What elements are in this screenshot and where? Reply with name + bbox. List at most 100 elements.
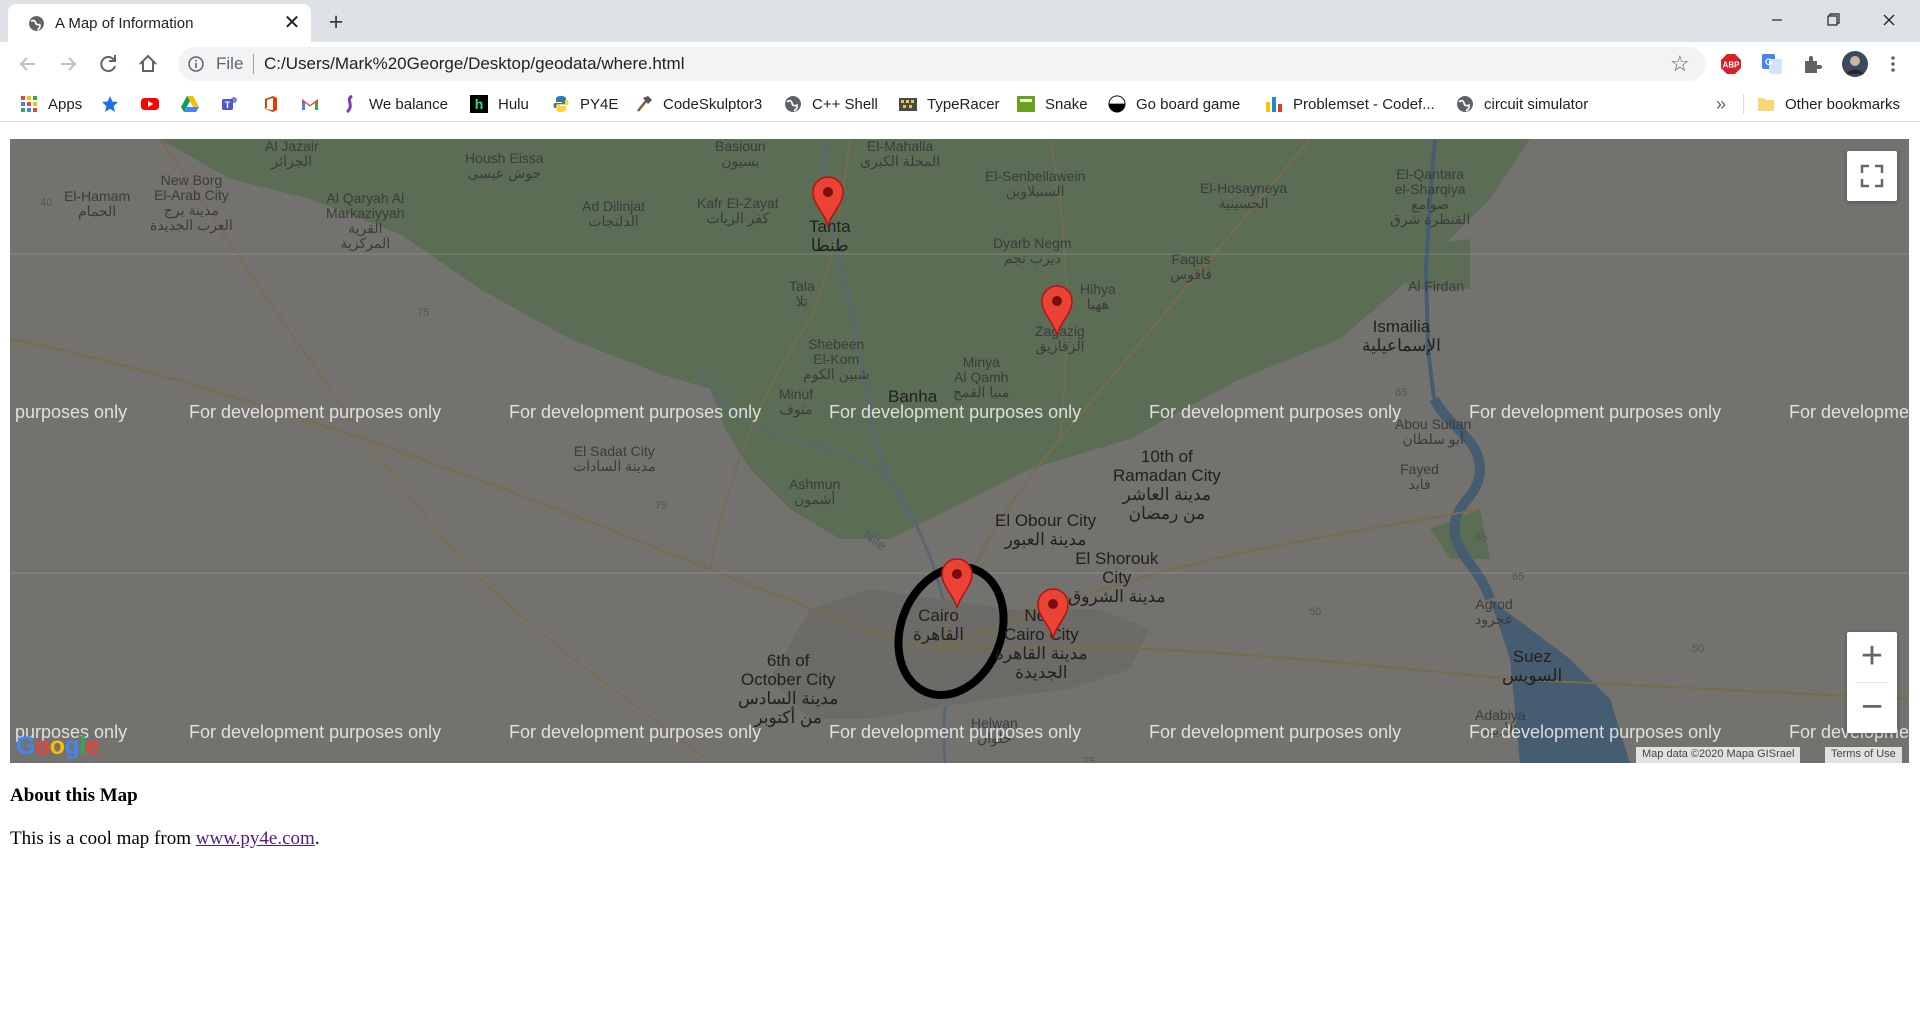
bookmark-teams[interactable]: T — [221, 93, 239, 115]
typeracer-icon — [899, 98, 917, 111]
dev-watermark: For development purposes only — [829, 402, 1082, 422]
road-number: 65 — [1475, 532, 1488, 544]
bookmark-go-board-game[interactable]: Go board game — [1108, 93, 1240, 115]
bookmark-gmail[interactable] — [301, 93, 319, 115]
bookmark-drive[interactable] — [181, 93, 199, 115]
place-label-el-shorouk: El Shorouk City مدينة الشروق — [1068, 549, 1166, 606]
road-number: 75 — [1083, 756, 1096, 763]
google-drive-icon — [181, 96, 199, 112]
about-paragraph: This is a cool map from www.py4e.com. — [10, 828, 320, 850]
dev-watermark: For developme — [1789, 402, 1909, 422]
dev-watermark: For development purposes only — [1469, 722, 1722, 742]
place-label-el-hamam: El-Hamam الحمام — [64, 188, 131, 219]
profile-avatar[interactable] — [1841, 50, 1869, 78]
bookmark-circuit-simulator[interactable]: circuit simulator — [1456, 93, 1588, 115]
dev-watermark: For development purposes only — [1149, 402, 1402, 422]
road-number: 65 — [1512, 571, 1525, 583]
place-label-ashmun: Ashmun أشمون — [789, 476, 841, 507]
map-marker-cairo[interactable] — [940, 557, 974, 609]
extensions-puzzle-icon[interactable] — [1801, 53, 1823, 75]
map-marker-tanta[interactable] — [811, 175, 845, 227]
globe-icon — [29, 16, 44, 31]
restore-window-icon[interactable] — [1805, 0, 1861, 40]
url-text[interactable]: C:/Users/Mark%20George/Desktop/geodata/w… — [264, 54, 684, 74]
info-icon[interactable] — [188, 56, 204, 72]
bookmark-star[interactable] — [101, 93, 119, 115]
adblock-plus-icon[interactable]: ABP — [1720, 53, 1742, 75]
bookmark-typeracer[interactable]: TypeRacer — [899, 93, 1000, 115]
bookmark-label: Apps — [48, 95, 83, 113]
bookmark-py4e[interactable]: PY4E — [552, 93, 618, 115]
home-icon[interactable] — [134, 50, 162, 78]
bookmark-codeforces[interactable]: Problemset - Codef... — [1265, 93, 1435, 115]
globe-icon — [785, 96, 801, 112]
browser-tab[interactable]: A Map of Information ✕ — [8, 4, 311, 42]
bookmark-apps[interactable]: Apps — [20, 93, 82, 115]
hulu-icon: h — [470, 95, 488, 113]
bookmark-star-icon[interactable]: ☆ — [1670, 52, 1690, 76]
place-label-new-borg: New Borg El-Arab City مدينة برج العرب ال… — [150, 172, 233, 233]
bookmark-label: TypeRacer — [927, 95, 1000, 113]
hammer-icon — [637, 96, 652, 112]
new-tab-button[interactable]: + — [322, 8, 350, 36]
dev-watermark: For development purposes only — [1149, 722, 1402, 742]
forward-arrow-icon[interactable] — [54, 50, 82, 78]
address-bar[interactable]: File C:/Users/Mark%20George/Desktop/geod… — [178, 47, 1706, 81]
place-label-dyarb-negm: Dyarb Negm ديرب نجم — [993, 235, 1072, 266]
terms-of-use-link[interactable]: Terms of Use — [1825, 747, 1902, 763]
bookmark-label: circuit simulator — [1484, 95, 1589, 113]
globe-icon — [1457, 96, 1473, 112]
map-marker-zagazig[interactable] — [1040, 284, 1074, 336]
folder-icon — [1758, 98, 1774, 111]
omnibox-separator — [253, 54, 254, 74]
codeforces-icon — [1266, 97, 1282, 112]
zoom-out-button[interactable]: − — [1847, 683, 1897, 733]
bookmark-office[interactable] — [262, 93, 280, 115]
gmail-icon — [302, 99, 318, 110]
dev-watermark: For development purposes only — [829, 722, 1082, 742]
menu-kebab-icon[interactable] — [1882, 53, 1904, 75]
tab-strip: A Map of Information ✕ + — [0, 0, 1920, 42]
bookmark-codeskulptor[interactable]: CodeSkulptor3 — [635, 93, 762, 115]
reload-icon[interactable] — [94, 50, 122, 78]
bookmark-we-balance[interactable]: We balance — [341, 93, 448, 115]
back-arrow-icon[interactable] — [14, 50, 42, 78]
close-window-icon[interactable] — [1861, 0, 1917, 40]
file-scheme-label: File — [216, 54, 244, 73]
fullscreen-icon — [1860, 164, 1884, 188]
tab-close-icon[interactable]: ✕ — [280, 11, 304, 35]
fullscreen-button[interactable] — [1847, 151, 1897, 201]
google-logo[interactable]: Google — [16, 732, 100, 761]
place-label-agrod: Agrod عجرود — [1475, 596, 1514, 627]
bookmark-cpp-shell[interactable]: C++ Shell — [784, 93, 878, 115]
bookmark-label: Hulu — [498, 95, 529, 113]
google-translate-icon[interactable]: G — [1761, 53, 1783, 75]
place-label-ad-dilinjat: Ad Dilinjat الدلنجات — [582, 198, 646, 229]
bookmark-snake[interactable]: Snake — [1017, 93, 1088, 115]
zoom-in-button[interactable]: + — [1847, 632, 1897, 682]
map-terrain — [10, 139, 1909, 763]
place-label-kafr-el-zayat: Kafr El-Zayat كفر الزيات — [697, 195, 779, 226]
minimize-window-icon[interactable] — [1749, 0, 1805, 40]
about-heading: About this Map — [10, 785, 138, 806]
road-number: 50 — [1692, 643, 1705, 655]
bookmark-youtube[interactable] — [141, 93, 159, 115]
dev-watermark: For development purposes only — [1469, 402, 1722, 422]
more-bookmarks-chevron-icon[interactable]: » — [1716, 94, 1726, 115]
about-text-before: This is a cool map from — [10, 828, 196, 849]
svg-text:ABP: ABP — [1723, 61, 1741, 70]
place-label-basioun: Basioun بسيون — [715, 139, 766, 169]
place-label-el-jazair: Al Jazair الجزائر — [265, 139, 319, 169]
place-label-minya-al-qamh: Minya Al Qamh منيا القمح — [953, 354, 1010, 400]
svg-text:T: T — [225, 100, 231, 110]
map-marker-new-cairo[interactable] — [1036, 587, 1070, 639]
py4e-link[interactable]: www.py4e.com — [196, 828, 315, 849]
place-label-el-sadat: El Sadat City مدينة السادات — [573, 443, 656, 474]
dev-watermark: For development purposes only — [189, 402, 442, 422]
google-map[interactable]: Al Jazair الجزائر Housh Eissa حوش عيسى B… — [10, 139, 1909, 763]
place-label-el-hosayneya: El-Hosayneya الحسينية — [1200, 180, 1288, 211]
bookmark-label: PY4E — [580, 95, 619, 113]
bookmark-hulu[interactable]: h Hulu — [470, 93, 529, 115]
other-bookmarks-folder[interactable]: Other bookmarks — [1757, 93, 1900, 115]
place-label-10th-of-ramadan: 10th of Ramadan City مدينة العاشر من رمض… — [1113, 447, 1221, 523]
